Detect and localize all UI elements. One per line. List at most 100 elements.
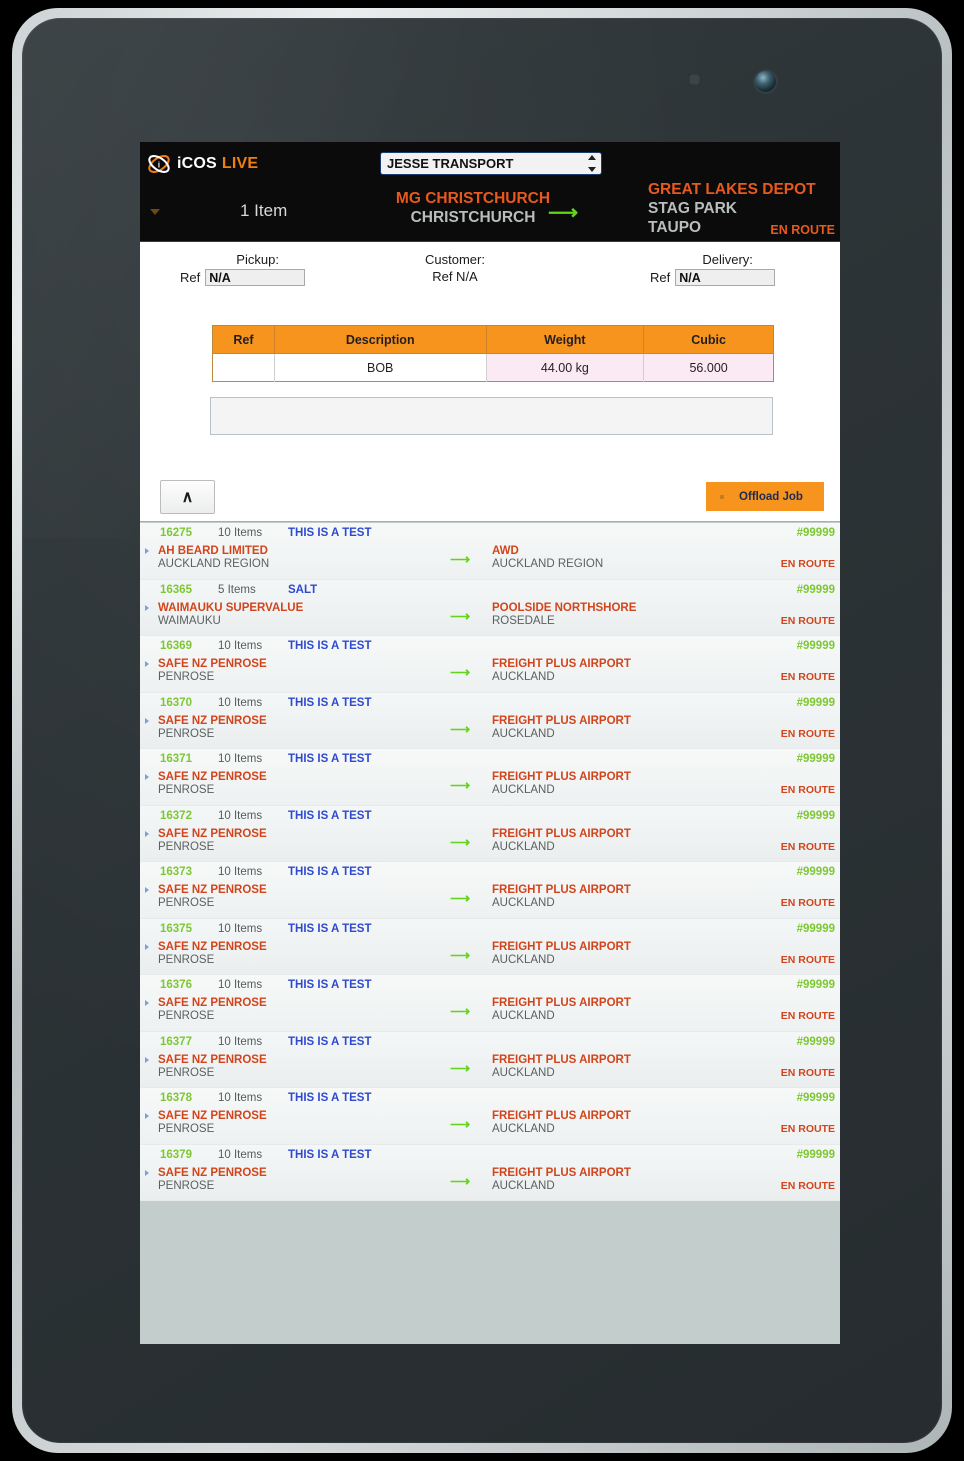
job-item-count: 5 Items bbox=[218, 583, 256, 596]
job-origin-place: AUCKLAND REGION bbox=[158, 558, 270, 570]
job-list-item[interactable]: 16376 10 Items THIS IS A TEST #99999 SAFE NZ… bbox=[140, 975, 840, 1032]
job-item-count: 10 Items bbox=[218, 640, 263, 652]
column-header-description: Description bbox=[274, 325, 487, 354]
collapse-panel-button[interactable]: ∧ bbox=[160, 480, 215, 514]
notes-textarea[interactable] bbox=[210, 397, 773, 435]
job-item-count: 10 Items bbox=[218, 809, 263, 822]
job-destination-place: AUCKLAND REGION bbox=[492, 558, 604, 570]
pickup-ref-input[interactable] bbox=[205, 269, 306, 286]
job-marker-icon bbox=[145, 943, 149, 950]
job-status-badge: EN ROUTE bbox=[780, 1010, 835, 1022]
job-item-count: 10 Items bbox=[218, 696, 263, 709]
job-list-item[interactable]: 16375 10 Items THIS IS A TEST #99999 SAFE NZ… bbox=[140, 918, 840, 975]
job-item-count: 10 Items bbox=[218, 753, 263, 765]
job-code: #99999 bbox=[796, 696, 835, 709]
logo-text-accent: LIVE bbox=[221, 155, 259, 172]
delivery-ref-input[interactable] bbox=[675, 269, 776, 286]
job-arrow-right-icon: ⟶ bbox=[450, 1116, 471, 1132]
job-list-item[interactable]: 16370 10 Items THIS IS A TEST #99999 SAFE NZ… bbox=[140, 692, 840, 749]
job-id: 16379 bbox=[160, 1148, 192, 1161]
reference-row: Pickup: Ref Customer: Ref N/A Delivery: bbox=[140, 248, 840, 290]
job-item-count: 10 Items bbox=[218, 922, 263, 935]
job-code: #99999 bbox=[796, 1035, 835, 1048]
customer-ref-group: Customer: Ref N/A bbox=[425, 252, 485, 284]
job-note: THIS IS A TEST bbox=[288, 527, 372, 539]
delivery-ref-group: Delivery: Ref bbox=[650, 252, 776, 286]
job-arrow-right-icon: ⟶ bbox=[450, 890, 471, 906]
job-origin-name: AH BEARD LIMITED bbox=[158, 545, 268, 557]
job-status-badge: EN ROUTE bbox=[780, 727, 835, 740]
job-note: THIS IS A TEST bbox=[288, 1148, 372, 1161]
job-list-item[interactable]: 16365 5 Items SALT #99999 WAIMAUKU SUPERVALU… bbox=[140, 579, 840, 636]
job-origin-place: PENROSE bbox=[158, 671, 215, 683]
job-arrow-right-icon: ⟶ bbox=[450, 946, 471, 963]
job-note: THIS IS A TEST bbox=[288, 696, 372, 709]
job-status-badge: EN ROUTE bbox=[780, 953, 835, 966]
job-destination-name: FREIGHT PLUS AIRPORT bbox=[492, 827, 631, 840]
job-list-item[interactable]: 16377 10 Items THIS IS A TEST #99999 SAFE NZ… bbox=[140, 1031, 840, 1088]
job-destination-place: AUCKLAND bbox=[492, 1010, 555, 1022]
company-select[interactable]: JESSE TRANSPORT bbox=[380, 152, 602, 175]
header-expand-chevron-down-icon[interactable] bbox=[150, 209, 160, 215]
job-marker-icon bbox=[145, 604, 149, 611]
svg-text:i: i bbox=[158, 160, 160, 169]
trip-origin: MG CHRISTCHURCH CHRISTCHURCH bbox=[368, 189, 578, 227]
job-origin-place: WAIMAUKU bbox=[158, 614, 221, 627]
customer-ref-value: Ref N/A bbox=[432, 269, 478, 284]
job-list-empty-area bbox=[140, 1201, 840, 1344]
job-id: 16371 bbox=[160, 753, 192, 765]
job-list-item[interactable]: 16373 10 Items THIS IS A TEST #99999 SAFE NZ… bbox=[140, 862, 840, 919]
job-list: 16275 10 Items THIS IS A TEST #99999 AH BEAR… bbox=[140, 522, 840, 1201]
job-item-count: 10 Items bbox=[218, 866, 263, 878]
job-origin-place: PENROSE bbox=[158, 1123, 215, 1135]
job-destination-place: AUCKLAND bbox=[492, 784, 555, 796]
job-list-item[interactable]: 16372 10 Items THIS IS A TEST #99999 SAFE NZ… bbox=[140, 805, 840, 862]
tablet-device: i iCOS LIVE JESSE TRANSPORT 1 Item MG CHR… bbox=[12, 8, 952, 1453]
job-note: THIS IS A TEST bbox=[288, 753, 372, 765]
job-destination-place: AUCKLAND bbox=[492, 1066, 555, 1079]
job-destination-place: AUCKLAND bbox=[492, 897, 555, 909]
job-status-badge: EN ROUTE bbox=[780, 671, 835, 683]
job-destination-name: FREIGHT PLUS AIRPORT bbox=[492, 658, 631, 670]
cell-cubic: 56.000 bbox=[643, 353, 774, 382]
job-destination-place: AUCKLAND bbox=[492, 727, 555, 740]
job-destination-name: POOLSIDE NORTHSHORE bbox=[492, 601, 637, 614]
job-destination-name: FREIGHT PLUS AIRPORT bbox=[492, 1053, 631, 1066]
job-origin-place: PENROSE bbox=[158, 897, 215, 909]
job-origin-place: PENROSE bbox=[158, 727, 215, 740]
job-marker-icon bbox=[145, 1056, 149, 1063]
job-arrow-right-icon: ⟶ bbox=[450, 607, 471, 624]
job-list-item[interactable]: 16379 10 Items THIS IS A TEST #99999 SAFE NZ… bbox=[140, 1144, 840, 1201]
job-origin-name: SAFE NZ PENROSE bbox=[158, 1053, 267, 1066]
job-list-item[interactable]: 16378 10 Items THIS IS A TEST #99999 SAFE NZ… bbox=[140, 1088, 840, 1145]
job-destination-name: FREIGHT PLUS AIRPORT bbox=[492, 997, 631, 1009]
job-origin-name: SAFE NZ PENROSE bbox=[158, 940, 267, 953]
job-destination-name: FREIGHT PLUS AIRPORT bbox=[492, 771, 631, 783]
cell-ref bbox=[212, 353, 275, 382]
job-marker-icon bbox=[145, 548, 149, 554]
job-destination-place: AUCKLAND bbox=[492, 953, 555, 966]
job-marker-icon bbox=[145, 1000, 149, 1006]
job-id: 16275 bbox=[160, 527, 192, 539]
job-marker-icon bbox=[145, 1169, 149, 1176]
table-row[interactable]: BOB 44.00 kg 56.000 bbox=[212, 353, 774, 382]
job-marker-icon bbox=[145, 1113, 149, 1119]
job-destination-place: AUCKLAND bbox=[492, 671, 555, 683]
job-origin-name: SAFE NZ PENROSE bbox=[158, 1166, 267, 1179]
job-note: THIS IS A TEST bbox=[288, 640, 372, 652]
job-destination-place: ROSEDALE bbox=[492, 614, 555, 627]
job-code: #99999 bbox=[796, 753, 835, 765]
job-list-item[interactable]: 16369 10 Items THIS IS A TEST #99999 SAFE NZ… bbox=[140, 636, 840, 693]
pickup-ref-label: Ref bbox=[180, 270, 201, 285]
job-id: 16370 bbox=[160, 696, 192, 709]
job-note: SALT bbox=[288, 583, 318, 596]
job-list-item[interactable]: 16275 10 Items THIS IS A TEST #99999 AH BEAR… bbox=[140, 523, 840, 580]
front-camera-icon bbox=[755, 71, 776, 92]
job-list-item[interactable]: 16371 10 Items THIS IS A TEST #99999 SAFE NZ… bbox=[140, 749, 840, 806]
job-id: 16365 bbox=[160, 583, 192, 596]
job-item-count: 10 Items bbox=[218, 979, 263, 991]
job-origin-place: PENROSE bbox=[158, 1066, 215, 1079]
job-destination-place: AUCKLAND bbox=[492, 1123, 555, 1135]
job-item-count: 10 Items bbox=[218, 1035, 263, 1048]
trip-arrow-right-icon: ⟶ bbox=[548, 201, 579, 224]
